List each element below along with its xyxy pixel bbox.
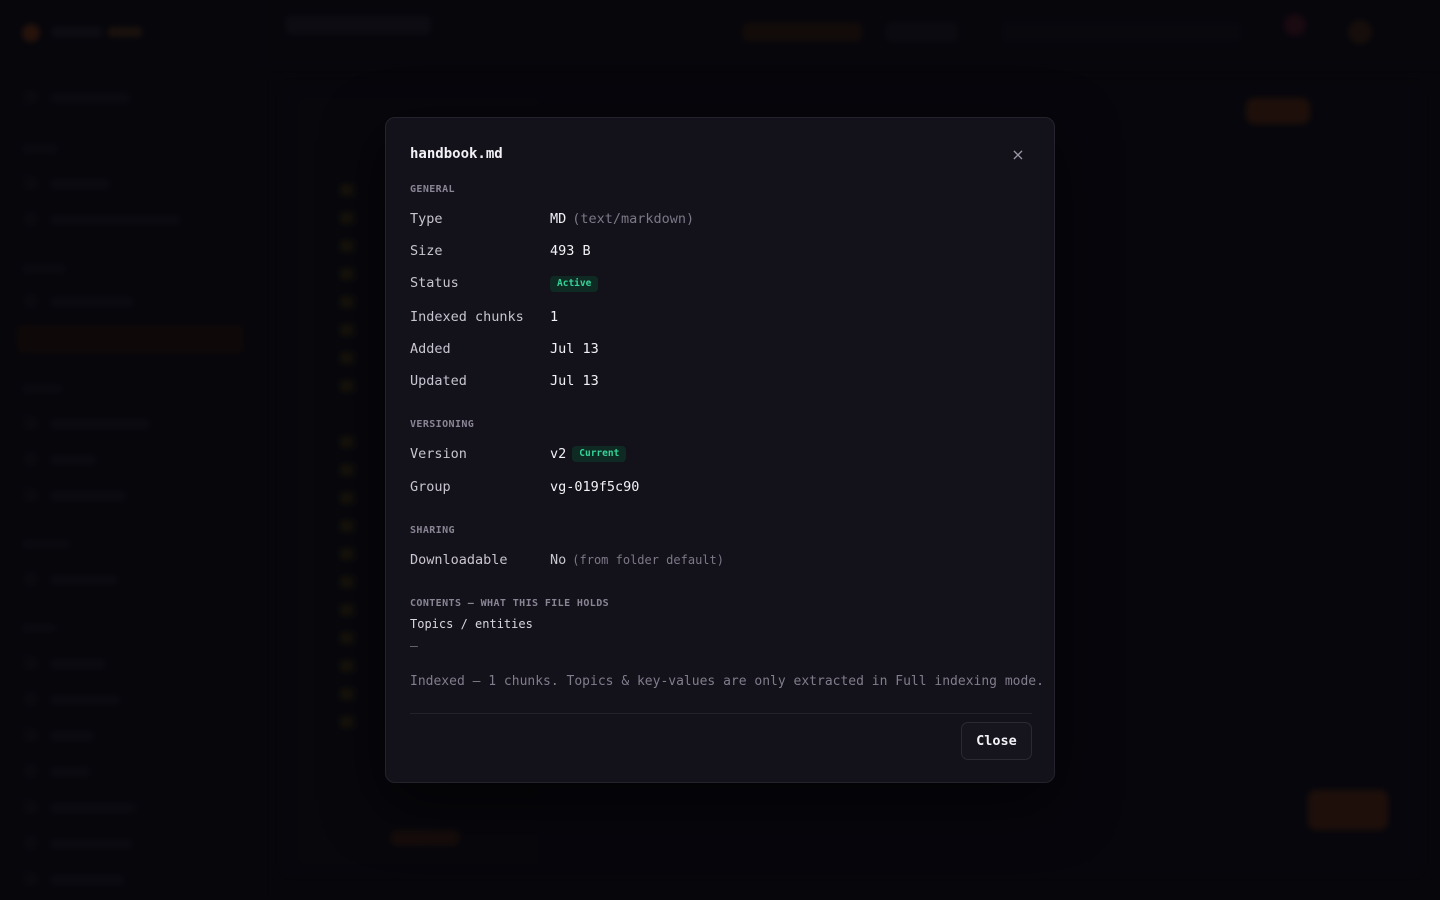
- chunks-label: Indexed chunks: [410, 309, 524, 325]
- section-sharing: SHARING: [410, 525, 455, 536]
- modal-title: handbook.md: [410, 146, 503, 162]
- version-value: v2 Current: [550, 446, 627, 462]
- added-value: Jul 13: [550, 341, 599, 357]
- type-extension: MD: [550, 211, 567, 227]
- type-label: Type: [410, 211, 443, 227]
- topics-empty: —: [410, 639, 418, 654]
- topics-heading: Topics / entities: [410, 617, 533, 631]
- version-number: v2: [550, 446, 567, 462]
- group-label: Group: [410, 479, 451, 495]
- downloadable-note: (from folder default): [572, 553, 724, 567]
- file-details-modal: handbook.md × GENERAL Type MD (text/mark…: [385, 117, 1055, 783]
- updated-label: Updated: [410, 373, 467, 389]
- indexing-note: Indexed — 1 chunks. Topics & key-values …: [410, 674, 1044, 689]
- status-label: Status: [410, 275, 459, 291]
- size-label: Size: [410, 243, 443, 259]
- status-badge: Active: [550, 276, 599, 292]
- section-general: GENERAL: [410, 184, 455, 195]
- downloadable-value: No (from folder default): [550, 552, 724, 568]
- close-button[interactable]: Close: [961, 722, 1032, 760]
- close-icon[interactable]: ×: [1008, 144, 1028, 164]
- footer-divider: [410, 713, 1032, 714]
- size-value: 493 B: [550, 243, 591, 259]
- section-contents: CONTENTS — WHAT THIS FILE HOLDS: [410, 598, 610, 609]
- chunks-value: 1: [550, 309, 559, 325]
- downloadable-label: Downloadable: [410, 552, 508, 568]
- added-label: Added: [410, 341, 451, 357]
- status-value: Active: [550, 276, 599, 292]
- type-mime: (text/markdown): [572, 211, 695, 227]
- current-badge: Current: [572, 446, 627, 462]
- type-value: MD (text/markdown): [550, 211, 694, 227]
- version-label: Version: [410, 446, 467, 462]
- section-versioning: VERSIONING: [410, 419, 475, 430]
- group-value: vg-019f5c90: [550, 479, 640, 495]
- updated-value: Jul 13: [550, 373, 599, 389]
- downloadable-setting: No: [550, 552, 567, 568]
